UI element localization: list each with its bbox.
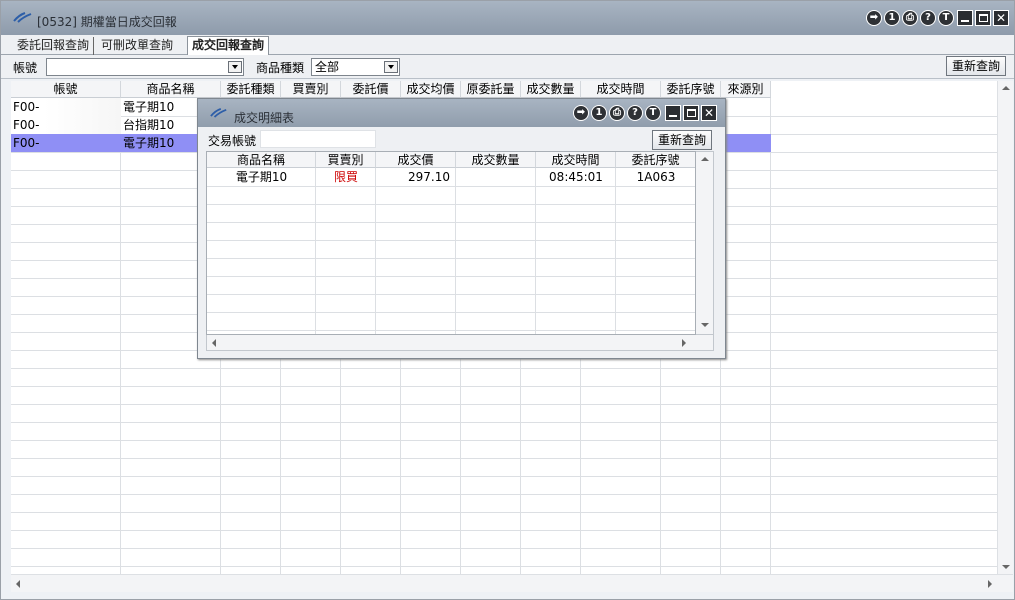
close-icon[interactable]: ✕ (993, 10, 1009, 26)
product-type-label: 商品種類 (256, 61, 305, 75)
help-icon[interactable]: ? (920, 10, 936, 26)
tab-order-report[interactable]: 委託回報查詢 (13, 37, 95, 55)
trade-detail-grid[interactable]: 商品名稱 買賣別 成交價 成交數量 成交時間 委託序號電子期10 限買 297.10 08:45… (206, 151, 696, 335)
close-icon[interactable]: ✕ (701, 105, 717, 121)
minimize-icon[interactable] (665, 105, 681, 121)
dialog-column-header[interactable]: 委託序號 (616, 152, 695, 168)
topmost-icon[interactable]: T (645, 105, 661, 121)
maximize-icon[interactable] (975, 10, 991, 26)
vertical-scrollbar[interactable] (997, 81, 1013, 574)
scroll-right-icon[interactable] (987, 580, 993, 588)
dialog-requery-button[interactable]: 重新查詢 (652, 130, 712, 150)
chevron-down-icon[interactable] (228, 61, 242, 73)
chevron-down-icon[interactable] (384, 61, 398, 73)
dialog-vertical-scrollbar[interactable] (696, 151, 714, 335)
column-header[interactable]: 成交時間 (581, 81, 661, 98)
scroll-right-icon[interactable] (681, 339, 687, 347)
export-icon[interactable]: ➡ (573, 105, 589, 121)
print-icon[interactable]: ⎙ (609, 105, 625, 121)
column-header[interactable]: 委託序號 (661, 81, 721, 98)
column-header[interactable]: 來源別 (721, 81, 771, 98)
horizontal-scrollbar[interactable] (11, 574, 1013, 592)
tab-editable-orders[interactable]: 可刪改單查詢 (97, 37, 177, 55)
column-header[interactable]: 買賣別 (281, 81, 341, 98)
scroll-down-icon[interactable] (1002, 564, 1010, 570)
dialog-window-controls: ✕ (665, 105, 717, 121)
tab-trade-report[interactable]: 成交回報查詢 (187, 36, 270, 55)
trade-detail-dialog[interactable]: 成交明細表 ➡ 1 ⎙? T ✕ 交易帳號 重新查詢 商品名稱 買賣別 成交價 成交數量 成交… (197, 98, 726, 359)
app-logo-icon (13, 12, 32, 23)
tab-bar: 委託回報查詢 可刪改單查詢 成交回報查詢 (1, 35, 1014, 55)
dialog-title: 成交明細表 (234, 111, 295, 125)
trade-account-label: 交易帳號 (208, 134, 257, 148)
column-header[interactable]: 委託種類 (221, 81, 281, 98)
scroll-up-icon[interactable] (701, 156, 709, 162)
minimize-icon[interactable] (957, 10, 973, 26)
dialog-horizontal-scrollbar[interactable] (206, 335, 714, 351)
column-header[interactable]: 成交均價 (401, 81, 461, 98)
info-1-icon[interactable]: 1 (884, 10, 900, 26)
column-header[interactable]: 委託價 (341, 81, 401, 98)
window-title: [0532] 期權當日成交回報 (37, 15, 177, 29)
topmost-icon[interactable]: T (938, 10, 954, 26)
account-select[interactable] (46, 58, 244, 76)
dialog-column-header[interactable]: 成交數量 (456, 152, 536, 168)
column-header[interactable]: 成交數量 (521, 81, 581, 98)
dialog-cell-time[interactable]: 08:45:01 (536, 168, 616, 186)
column-header[interactable]: 原委託量 (461, 81, 521, 98)
cell-account[interactable]: F00- (11, 134, 121, 152)
cell-account[interactable]: F00- (11, 116, 121, 134)
trade-account-field[interactable] (260, 130, 376, 148)
scroll-down-icon[interactable] (701, 322, 709, 328)
dialog-cell-qty[interactable] (456, 168, 536, 186)
dialog-cell-price[interactable]: 297.10 (376, 168, 456, 186)
print-icon[interactable]: ⎙ (902, 10, 918, 26)
product-type-value: 全部 (315, 60, 340, 74)
title-bar[interactable]: [0532] 期權當日成交回報 ➡ 1 ⎙? T ✕ (1, 1, 1014, 35)
maximize-icon[interactable] (683, 105, 699, 121)
cell-account[interactable]: F00- (11, 98, 121, 116)
title-toolbar: ➡ 1 ⎙? T (866, 10, 954, 26)
product-type-select[interactable]: 全部 (311, 58, 400, 76)
dialog-column-header[interactable]: 買賣別 (316, 152, 376, 168)
dialog-cell-side[interactable]: 限買 (316, 168, 376, 186)
dialog-cell-order-no[interactable]: 1A063 (616, 168, 695, 186)
dialog-cell-product[interactable]: 電子期10 (207, 168, 316, 186)
dialog-column-header[interactable]: 成交價 (376, 152, 456, 168)
dialog-column-header[interactable]: 商品名稱 (207, 152, 316, 168)
dialog-column-header[interactable]: 成交時間 (536, 152, 616, 168)
help-icon[interactable]: ? (627, 105, 643, 121)
app-logo-icon (210, 108, 227, 118)
window-controls: ✕ (957, 10, 1009, 26)
requery-button[interactable]: 重新查詢 (946, 56, 1006, 76)
dialog-toolbar: ➡ 1 ⎙? T (573, 105, 661, 121)
account-label: 帳號 (13, 61, 38, 75)
dialog-title-bar[interactable]: 成交明細表 ➡ 1 ⎙? T ✕ (198, 99, 725, 127)
info-1-icon[interactable]: 1 (591, 105, 607, 121)
column-header[interactable]: 商品名稱 (121, 81, 221, 98)
column-header[interactable]: 帳號 (11, 81, 121, 98)
scroll-left-icon[interactable] (211, 339, 217, 347)
scroll-left-icon[interactable] (15, 580, 21, 588)
filter-bar: 帳號 商品種類 全部 重新查詢 (1, 55, 1014, 79)
scroll-up-icon[interactable] (1002, 85, 1010, 91)
export-icon[interactable]: ➡ (866, 10, 882, 26)
